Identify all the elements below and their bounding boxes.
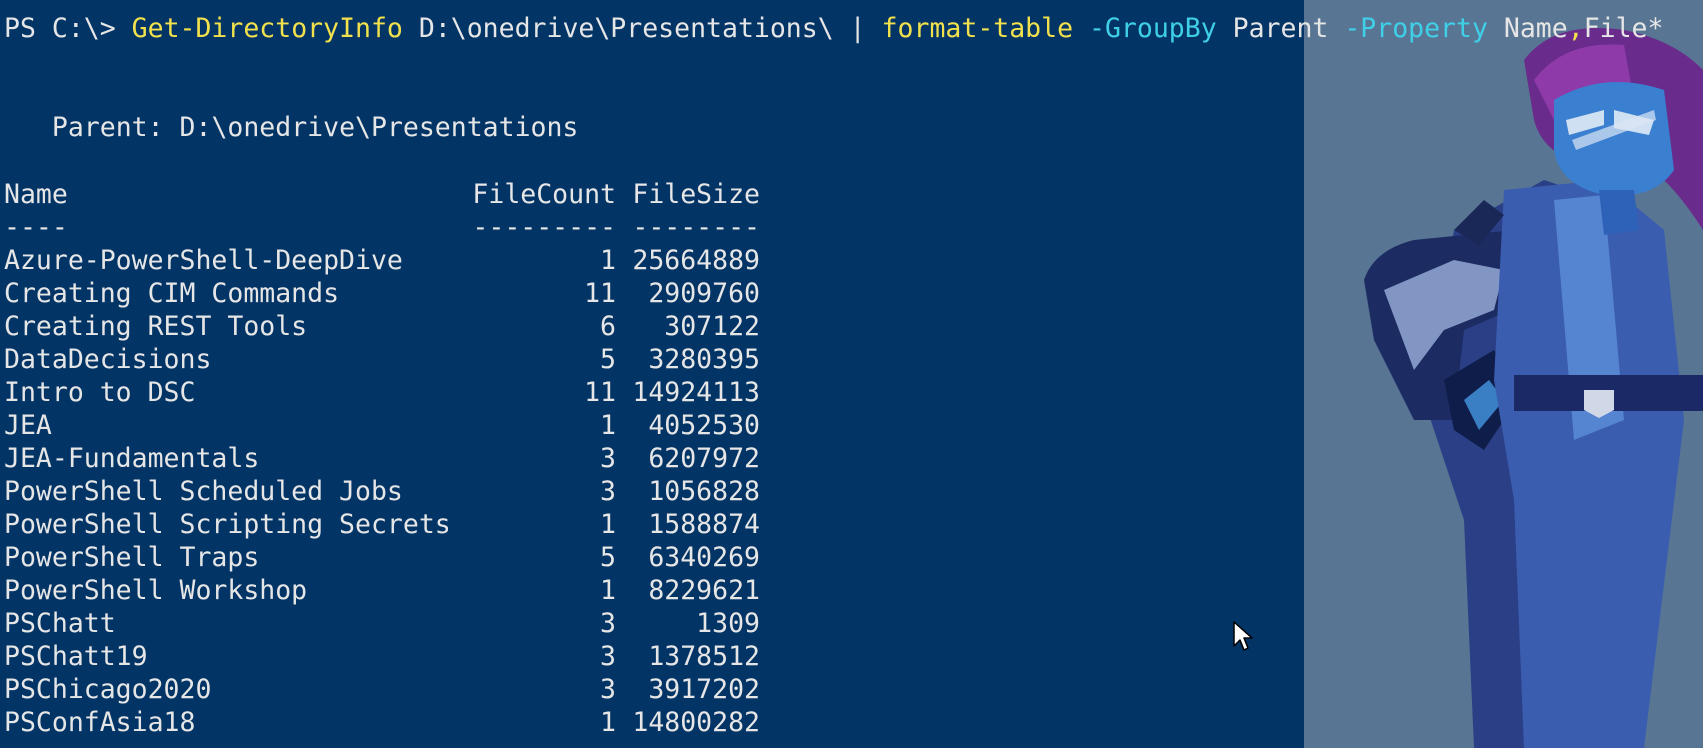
row-filecount: 3 — [600, 641, 616, 672]
table-row: PowerShell Scheduled Jobs 3 1056828 — [4, 475, 760, 508]
divider-filesize: -------- — [632, 212, 760, 243]
path-argument: D:\onedrive\Presentations\ — [418, 13, 834, 44]
table-row: Intro to DSC 11 14924113 — [4, 376, 760, 409]
row-filesize: 1588874 — [648, 509, 760, 540]
table-row: JEA 1 4052530 — [4, 409, 760, 442]
mouse-pointer-icon — [1233, 621, 1253, 651]
prompt: PS C:\> — [4, 13, 116, 44]
row-name: PowerShell Scripting Secrets — [4, 509, 451, 540]
table-row: PowerShell Traps 5 6340269 — [4, 541, 760, 574]
terminal-window[interactable]: PS C:\> Get-DirectoryInfo D:\onedrive\Pr… — [0, 0, 1703, 748]
row-filesize: 25664889 — [632, 245, 760, 276]
row-name: PSChatt — [4, 608, 116, 639]
row-filesize: 14924113 — [632, 377, 760, 408]
row-name: PowerShell Traps — [4, 542, 260, 573]
powershell-mascot-illustration — [1304, 0, 1703, 748]
row-name: Azure-PowerShell-DeepDive — [4, 245, 403, 276]
row-filecount: 3 — [600, 476, 616, 507]
row-name: JEA — [4, 410, 52, 441]
header-name: Name — [4, 179, 68, 210]
table-row: Azure-PowerShell-DeepDive 1 25664889 — [4, 244, 760, 277]
pipe-symbol: | — [849, 13, 866, 44]
row-filesize: 8229621 — [648, 575, 760, 606]
row-filesize: 4052530 — [648, 410, 760, 441]
table-row: Creating CIM Commands 11 2909760 — [4, 277, 760, 310]
group-label: Parent: — [51, 112, 164, 143]
row-filecount: 5 — [600, 542, 616, 573]
row-name: Creating REST Tools — [4, 311, 308, 342]
table-row: DataDecisions 5 3280395 — [4, 343, 760, 376]
row-filecount: 11 — [584, 377, 616, 408]
row-filecount: 1 — [600, 410, 616, 441]
row-filesize: 6340269 — [648, 542, 760, 573]
property-value-name: Name — [1503, 13, 1568, 44]
row-filesize: 1309 — [696, 608, 760, 639]
row-filecount: 3 — [600, 443, 616, 474]
command-line[interactable]: PS C:\> Get-DirectoryInfo D:\onedrive\Pr… — [4, 12, 1663, 45]
row-filecount: 11 — [584, 278, 616, 309]
property-parameter: -Property — [1344, 13, 1488, 44]
groupby-parameter: -GroupBy — [1089, 13, 1217, 44]
table-header: Name FileCount FileSize — [4, 178, 760, 211]
row-name: Intro to DSC — [4, 377, 196, 408]
divider-name: ---- — [4, 212, 68, 243]
row-filesize: 3917202 — [648, 674, 760, 705]
group-header: Parent: D:\onedrive\Presentations — [4, 111, 579, 144]
table-row: PSChatt 3 1309 — [4, 607, 760, 640]
cmdlet-name: Get-DirectoryInfo — [131, 13, 403, 44]
row-filesize: 1056828 — [648, 476, 760, 507]
row-name: PSChatt19 — [4, 641, 148, 672]
table-row: PSChicago2020 3 3917202 — [4, 673, 760, 706]
divider-filecount: --------- — [472, 212, 616, 243]
table-row: Creating REST Tools 6 307122 — [4, 310, 760, 343]
row-filesize: 3280395 — [648, 344, 760, 375]
table-row: PowerShell Scripting Secrets 1 1588874 — [4, 508, 760, 541]
header-filesize: FileSize — [632, 179, 760, 210]
header-filecount: FileCount — [472, 179, 616, 210]
row-name: PSChicago2020 — [4, 674, 212, 705]
row-filecount: 5 — [600, 344, 616, 375]
table-divider: ---- --------- -------- — [4, 211, 760, 244]
property-value-file: File* — [1583, 13, 1664, 44]
row-filecount: 1 — [600, 575, 616, 606]
table-row: JEA-Fundamentals 3 6207972 — [4, 442, 760, 475]
row-filecount: 1 — [600, 245, 616, 276]
groupby-value: Parent — [1232, 13, 1329, 44]
table-row: PSChatt19 3 1378512 — [4, 640, 760, 673]
table-row: PSConfAsia18 1 14800282 — [4, 706, 760, 739]
row-filesize: 14800282 — [632, 707, 760, 738]
row-filesize: 1378512 — [648, 641, 760, 672]
formatter-cmdlet: format-table — [881, 13, 1074, 44]
row-filecount: 6 — [600, 311, 616, 342]
row-name: PSConfAsia18 — [4, 707, 196, 738]
row-filesize: 307122 — [664, 311, 760, 342]
property-comma: , — [1567, 13, 1584, 44]
row-name: PowerShell Scheduled Jobs — [4, 476, 403, 507]
row-name: JEA-Fundamentals — [4, 443, 260, 474]
group-value: D:\onedrive\Presentations — [179, 112, 579, 143]
row-filesize: 6207972 — [648, 443, 760, 474]
row-filecount: 3 — [600, 674, 616, 705]
row-filecount: 1 — [600, 707, 616, 738]
row-name: PowerShell Workshop — [4, 575, 308, 606]
table-row: PowerShell Workshop 1 8229621 — [4, 574, 760, 607]
row-name: DataDecisions — [4, 344, 212, 375]
row-filecount: 1 — [600, 509, 616, 540]
row-filecount: 3 — [600, 608, 616, 639]
row-filesize: 2909760 — [648, 278, 760, 309]
row-name: Creating CIM Commands — [4, 278, 340, 309]
